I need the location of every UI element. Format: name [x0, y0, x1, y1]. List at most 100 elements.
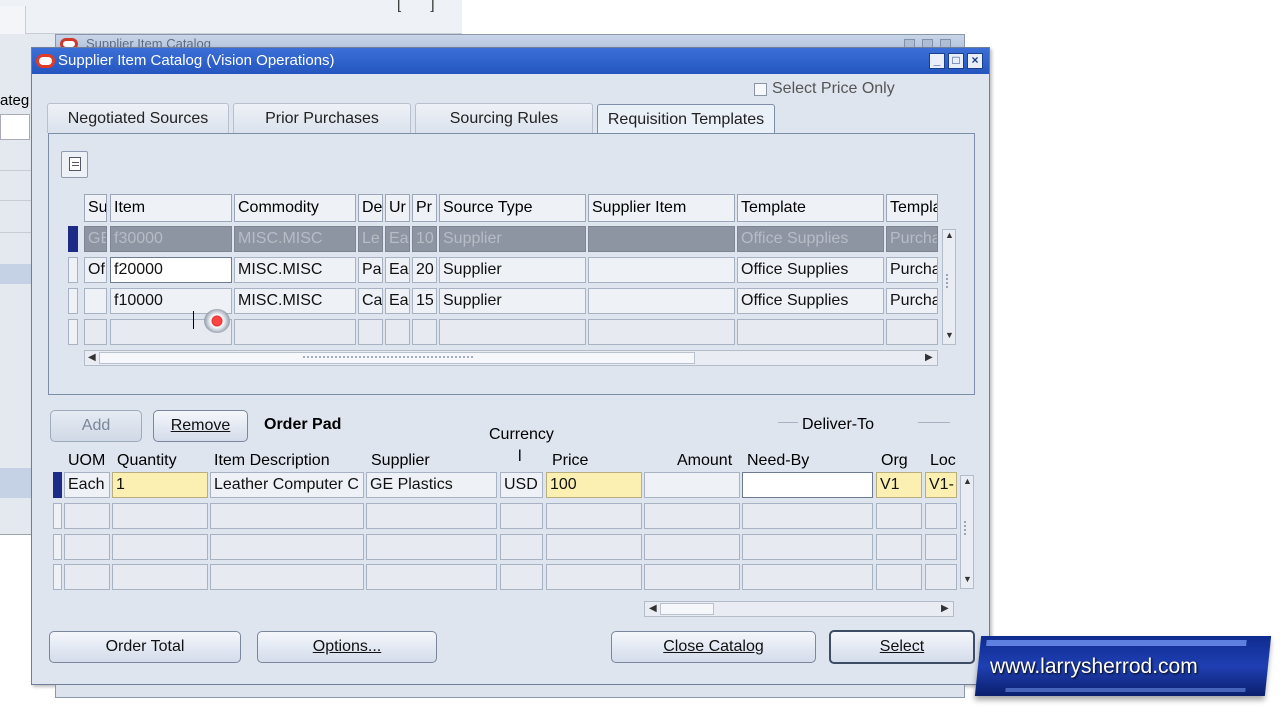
grid-cell[interactable]: Supplier [439, 257, 586, 283]
grid-cell[interactable]: MISC.MISC [234, 226, 356, 252]
grid-cell[interactable]: Ea [385, 257, 410, 283]
row-indicator[interactable] [68, 226, 78, 252]
grid-cell[interactable] [112, 564, 208, 590]
grid-cell[interactable] [84, 288, 107, 314]
row-indicator[interactable] [68, 288, 78, 314]
grid-cell[interactable] [84, 319, 107, 345]
grid-cell[interactable]: Office Supplies [737, 288, 884, 314]
grid-cell[interactable]: Le [358, 226, 383, 252]
grid-cell[interactable] [588, 257, 735, 283]
grid-cell[interactable]: 10 [412, 226, 437, 252]
grid-cell[interactable] [644, 503, 740, 529]
scroll-right-icon[interactable]: ▶ [925, 351, 933, 365]
grid-cell[interactable]: f30000 [110, 226, 232, 252]
grid-cell[interactable]: Supplier [439, 226, 586, 252]
item-input[interactable]: f20000 [110, 257, 232, 283]
scroll-left-icon[interactable]: ◀ [88, 351, 96, 365]
row-indicator[interactable] [53, 472, 62, 498]
grid-cell[interactable]: 15 [412, 288, 437, 314]
grid-cell[interactable] [366, 534, 497, 560]
minimize-icon[interactable]: _ [929, 53, 945, 69]
grid-cell[interactable]: MISC.MISC [234, 288, 356, 314]
uom-cell[interactable]: Each [64, 472, 110, 498]
grid-cell[interactable] [234, 319, 356, 345]
grid-cell[interactable] [588, 226, 735, 252]
grid-cell[interactable] [210, 534, 364, 560]
grid-cell[interactable] [546, 503, 642, 529]
grid-cell[interactable] [588, 319, 735, 345]
grid-cell[interactable] [546, 564, 642, 590]
grid-cell[interactable] [588, 288, 735, 314]
grid-cell[interactable] [366, 564, 497, 590]
grid-cell[interactable]: Ea [385, 288, 410, 314]
add-button[interactable]: Add [50, 410, 142, 442]
open-document-button[interactable] [61, 151, 88, 178]
grid-cell[interactable] [500, 503, 543, 529]
row-indicator[interactable] [68, 257, 78, 283]
maximize-icon[interactable]: □ [948, 53, 964, 69]
tab-requisition-templates[interactable]: Requisition Templates [597, 104, 775, 134]
grid-cell[interactable] [886, 319, 938, 345]
grid-cell[interactable] [876, 564, 922, 590]
grid-cell[interactable] [64, 564, 110, 590]
grid-cell[interactable] [366, 503, 497, 529]
grid-cell[interactable] [112, 534, 208, 560]
close-catalog-button[interactable]: Close Catalog [611, 631, 816, 663]
item-description-cell[interactable]: Leather Computer C [210, 472, 364, 498]
row-indicator[interactable] [68, 319, 78, 345]
order-total-button[interactable]: Order Total [49, 631, 241, 663]
grid-cell[interactable] [358, 319, 383, 345]
remove-button[interactable]: Remove [153, 410, 248, 442]
grid-cell[interactable]: Supplier [439, 288, 586, 314]
grid-cell[interactable]: Purcha [886, 257, 938, 283]
scroll-up-icon[interactable]: ▲ [945, 230, 954, 240]
grid-cell[interactable] [876, 503, 922, 529]
grid-cell[interactable] [112, 503, 208, 529]
grid-cell[interactable] [210, 503, 364, 529]
price-input[interactable]: 100 [546, 472, 642, 498]
order-pad-horizontal-scrollbar[interactable]: ◀ ▶ [644, 601, 954, 617]
grid-cell[interactable]: 20 [412, 257, 437, 283]
amount-cell[interactable] [644, 472, 740, 498]
grid-cell[interactable] [876, 534, 922, 560]
grid-cell[interactable] [925, 534, 957, 560]
grid-cell[interactable] [644, 534, 740, 560]
grid-cell[interactable]: Of [84, 257, 107, 283]
grid-cell[interactable] [64, 534, 110, 560]
scroll-down-icon[interactable]: ▼ [963, 574, 972, 584]
templates-horizontal-scrollbar[interactable]: ◀ ▶ [84, 350, 938, 366]
grid-cell[interactable] [644, 564, 740, 590]
scrollbar-grip[interactable] [946, 274, 952, 288]
grid-cell[interactable]: Purcha [886, 288, 938, 314]
quantity-input[interactable]: 1 [112, 472, 208, 498]
options-button[interactable]: Options... [257, 631, 437, 663]
window-titlebar[interactable]: Supplier Item Catalog (Vision Operations… [32, 48, 989, 74]
checkbox-box[interactable] [754, 82, 767, 96]
grid-cell[interactable]: Pa [358, 257, 383, 283]
grid-cell[interactable] [925, 503, 957, 529]
grid-cell[interactable] [925, 564, 957, 590]
need-by-input[interactable] [742, 472, 873, 498]
grid-cell[interactable] [64, 503, 110, 529]
scrollbar-thumb[interactable] [660, 603, 714, 615]
grid-cell[interactable] [742, 564, 873, 590]
grid-cell[interactable]: Office Supplies [737, 257, 884, 283]
scrollbar-grip[interactable] [964, 521, 970, 535]
select-button[interactable]: Select [829, 630, 975, 664]
grid-cell[interactable]: Purcha [886, 226, 938, 252]
scroll-left-icon[interactable]: ◀ [649, 602, 657, 616]
order-pad-vertical-scrollbar[interactable]: ▲ ▼ [960, 475, 974, 589]
org-input[interactable]: V1 [876, 472, 922, 498]
tab-sourcing-rules[interactable]: Sourcing Rules [415, 103, 593, 133]
select-price-only-checkbox[interactable]: Select Price Only [754, 80, 895, 98]
tab-prior-purchases[interactable]: Prior Purchases [233, 103, 411, 133]
currency-cell[interactable]: USD [500, 472, 543, 498]
grid-cell[interactable] [546, 534, 642, 560]
row-indicator[interactable] [53, 564, 62, 590]
grid-cell[interactable] [412, 319, 437, 345]
grid-cell[interactable] [210, 564, 364, 590]
grid-cell[interactable] [500, 564, 543, 590]
templates-vertical-scrollbar[interactable]: ▲ ▼ [942, 229, 956, 345]
grid-cell[interactable]: Ca [358, 288, 383, 314]
location-input[interactable]: V1- [925, 472, 957, 498]
